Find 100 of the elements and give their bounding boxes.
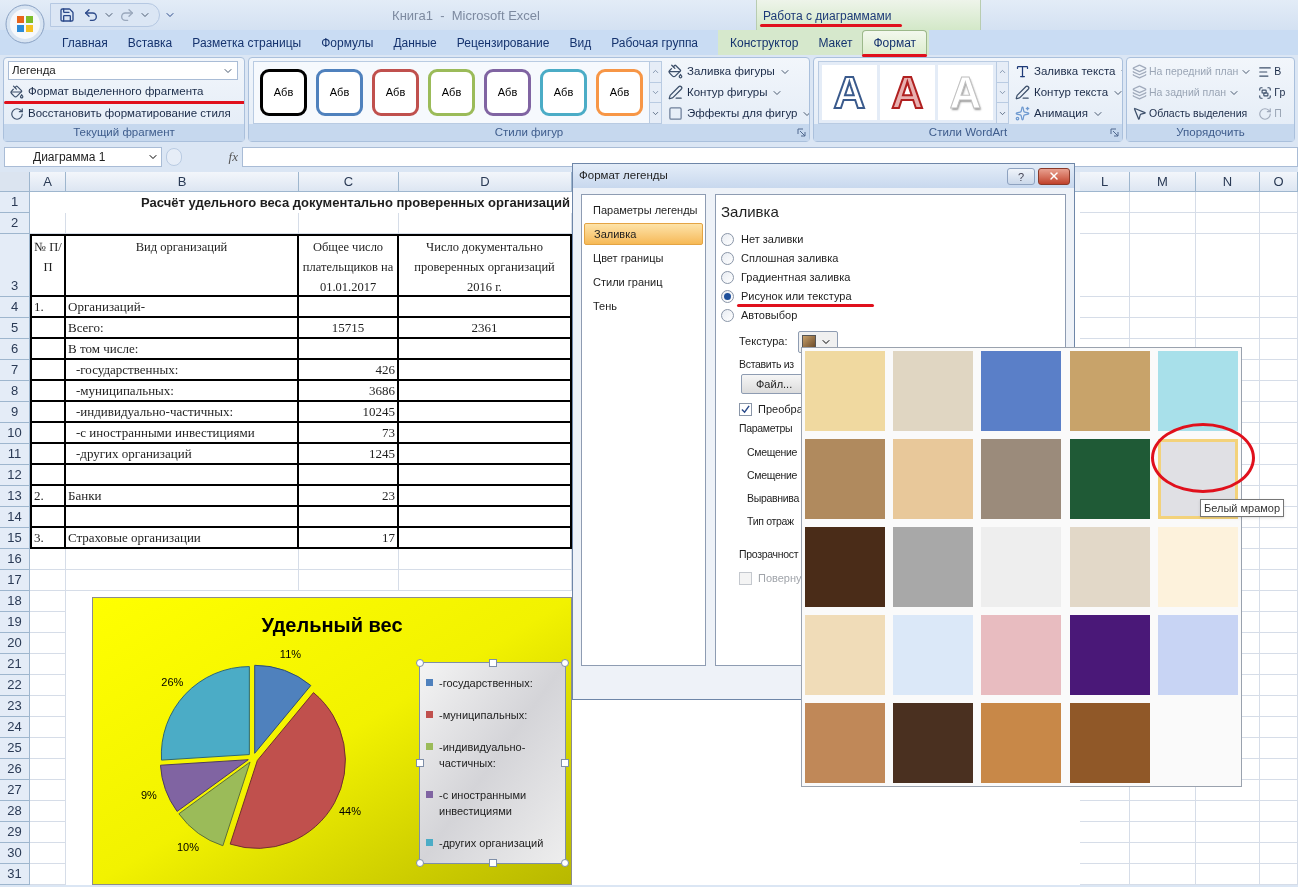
wordart-preset[interactable]: A [822, 65, 877, 120]
category-item[interactable]: Заливка [584, 223, 703, 245]
shape-style-preset[interactable]: Абв [316, 69, 363, 116]
checkbox[interactable] [739, 403, 752, 416]
row-header[interactable]: 3 [0, 234, 30, 297]
help-button[interactable]: ? [1007, 167, 1035, 185]
row-header[interactable]: 5 [0, 318, 30, 339]
column-header[interactable]: L [1080, 172, 1130, 192]
texture-swatch[interactable] [981, 351, 1062, 431]
row-header[interactable]: 15 [0, 528, 30, 549]
pie-slice[interactable] [254, 664, 312, 754]
texture-swatch[interactable] [1069, 527, 1150, 607]
gallery-scroll-down[interactable] [650, 81, 661, 103]
column-header[interactable]: B [66, 172, 299, 192]
row-header[interactable]: 30 [0, 843, 30, 864]
shape-style-preset[interactable]: Абв [428, 69, 475, 116]
row-header[interactable]: 22 [0, 675, 30, 696]
texture-swatch[interactable] [805, 615, 885, 695]
radio-button[interactable] [721, 251, 734, 265]
pie-slice[interactable] [161, 666, 250, 761]
insert-function-label[interactable]: fx [182, 147, 242, 167]
texture-swatch[interactable] [1069, 703, 1150, 783]
ribbon-tab[interactable]: Главная [52, 30, 118, 55]
row-header[interactable]: 10 [0, 423, 30, 444]
resize-handle[interactable] [561, 659, 569, 667]
ribbon-tab[interactable]: Формулы [311, 30, 384, 55]
radio-button[interactable] [721, 289, 734, 303]
texture-swatch[interactable] [805, 527, 885, 607]
row-header[interactable]: 31 [0, 864, 30, 885]
ribbon-command[interactable]: Область выделения [1131, 103, 1249, 124]
ribbon-tab[interactable]: Формат [862, 30, 928, 55]
file-button[interactable]: Файл... [741, 374, 803, 395]
gallery-more[interactable] [650, 102, 661, 123]
ribbon-tab[interactable]: Рецензирование [446, 30, 560, 55]
ribbon-tab[interactable]: Данные [383, 30, 447, 55]
resize-handle[interactable] [561, 759, 569, 767]
ribbon-command[interactable]: Гр [1257, 82, 1287, 103]
texture-swatch[interactable] [893, 439, 974, 519]
row-header[interactable]: 11 [0, 444, 30, 465]
ribbon-tab[interactable]: Вид [559, 30, 602, 55]
undo-icon[interactable] [83, 7, 99, 23]
resize-handle[interactable] [416, 659, 424, 667]
row-header[interactable]: 18 [0, 591, 30, 612]
row-header[interactable]: 4 [0, 297, 30, 318]
ribbon-command[interactable]: Контур фигуры [666, 82, 786, 103]
redo-icon[interactable] [119, 7, 135, 23]
gallery-scroll-up[interactable] [650, 62, 661, 82]
row-header[interactable]: 9 [0, 402, 30, 423]
texture-swatch[interactable] [893, 615, 974, 695]
texture-swatch[interactable] [1157, 615, 1238, 695]
chart-area[interactable]: Удельный вес 11% 44% 10% 9% 26% -государственных: -муниципальных: -индивидуально-частичных: -с иностранными инвестициями -других организаций [92, 597, 572, 885]
name-box[interactable]: Диаграмма 1 [4, 147, 162, 167]
column-header[interactable]: O [1260, 172, 1298, 192]
column-header[interactable]: M [1130, 172, 1196, 192]
chart-element-dropdown[interactable]: Легенда [8, 61, 238, 81]
ribbon-command[interactable]: Эффекты для фигур [666, 103, 809, 124]
formula-input-field[interactable] [242, 147, 1298, 167]
texture-swatch[interactable] [893, 527, 974, 607]
select-all-corner[interactable] [0, 172, 30, 192]
texture-swatch[interactable] [893, 351, 974, 431]
row-header[interactable]: 28 [0, 801, 30, 822]
dialog-launcher-icon[interactable] [797, 128, 806, 137]
ribbon-tab[interactable]: Вставка [117, 30, 183, 55]
column-header[interactable]: A [30, 172, 66, 192]
shape-style-preset[interactable]: Абв [596, 69, 643, 116]
row-header[interactable]: 20 [0, 633, 30, 654]
radio-button[interactable] [721, 308, 734, 322]
row-header[interactable]: 16 [0, 549, 30, 570]
category-item[interactable]: Цвет границы [584, 247, 703, 269]
category-item[interactable]: Стили границ [584, 271, 703, 293]
texture-swatch[interactable] [981, 703, 1062, 783]
texture-swatch[interactable] [805, 351, 885, 431]
row-header[interactable]: 21 [0, 654, 30, 675]
row-header[interactable]: 13 [0, 486, 30, 507]
texture-swatch[interactable] [981, 615, 1062, 695]
category-item[interactable]: Параметры легенды [584, 199, 703, 221]
row-header[interactable]: 24 [0, 717, 30, 738]
resize-handle[interactable] [561, 859, 569, 867]
texture-swatch[interactable] [805, 439, 885, 519]
texture-swatch[interactable] [1069, 615, 1150, 695]
ribbon-command[interactable]: Формат выделенного фрагмента [8, 81, 206, 103]
column-header[interactable]: D [399, 172, 572, 192]
resize-handle[interactable] [416, 759, 424, 767]
pie-slice[interactable] [159, 759, 249, 812]
texture-swatch[interactable] [805, 703, 885, 783]
row-header[interactable]: 8 [0, 381, 30, 402]
texture-swatch[interactable] [1069, 439, 1150, 519]
texture-swatch[interactable] [1157, 527, 1238, 607]
shape-style-preset[interactable]: Абв [260, 69, 307, 116]
row-header[interactable]: 25 [0, 738, 30, 759]
row-header[interactable]: 29 [0, 822, 30, 843]
shape-style-preset[interactable]: Абв [540, 69, 587, 116]
close-button[interactable] [1038, 167, 1070, 185]
radio-button[interactable] [721, 232, 734, 246]
row-header[interactable]: 23 [0, 696, 30, 717]
chart-legend[interactable]: -государственных: -муниципальных: -индивидуально-частичных: -с иностранными инвестициями -других организаций [419, 662, 566, 864]
column-header[interactable]: N [1196, 172, 1260, 192]
formula-bar-splitter[interactable] [166, 148, 182, 166]
row-header[interactable]: 6 [0, 339, 30, 360]
row-header[interactable]: 12 [0, 465, 30, 486]
